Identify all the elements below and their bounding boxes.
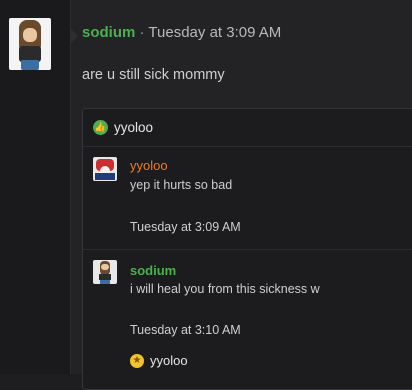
post-username[interactable]: sodium (82, 24, 135, 41)
post-pointer-arrow (71, 29, 78, 43)
divider (83, 249, 412, 250)
divider (83, 146, 412, 147)
post-message: are u still sick mommy (82, 67, 225, 83)
post-separator: · (139, 24, 145, 41)
entry-text: yep it hurts so bad (130, 178, 233, 192)
entry-username[interactable]: sodium (130, 263, 176, 278)
reaction-user[interactable]: yyoloo (150, 353, 188, 368)
like-icon: 👍 (93, 120, 108, 135)
reply-box-header-user[interactable]: yyoloo (114, 120, 153, 135)
reply-box-header: 👍 yyoloo (93, 120, 153, 135)
avatar-part (101, 264, 109, 270)
entry-username[interactable]: yyoloo (130, 158, 168, 173)
entry-avatar-yyoloo[interactable] (93, 157, 117, 181)
reply-box: 👍 yyoloo yyoloo yep it hurts so bad Tues… (82, 108, 412, 390)
entry-time[interactable]: Tuesday at 3:10 AM (130, 323, 241, 337)
avatar-face (23, 28, 37, 42)
reaction[interactable]: ★ yyoloo (130, 353, 188, 368)
post-timestamp[interactable]: Tuesday at 3:09 AM (148, 24, 281, 41)
left-column (0, 0, 71, 374)
avatar-legs (21, 60, 39, 70)
avatar[interactable] (9, 18, 51, 70)
avatar-part (100, 280, 110, 284)
star-icon: ★ (130, 353, 144, 368)
entry-text: i will heal you from this sickness w (130, 282, 320, 296)
post-header: sodium · Tuesday at 3:09 AM (82, 24, 281, 41)
avatar-part (95, 173, 115, 180)
entry-avatar-sodium[interactable] (93, 260, 117, 284)
entry-time[interactable]: Tuesday at 3:09 AM (130, 220, 241, 234)
